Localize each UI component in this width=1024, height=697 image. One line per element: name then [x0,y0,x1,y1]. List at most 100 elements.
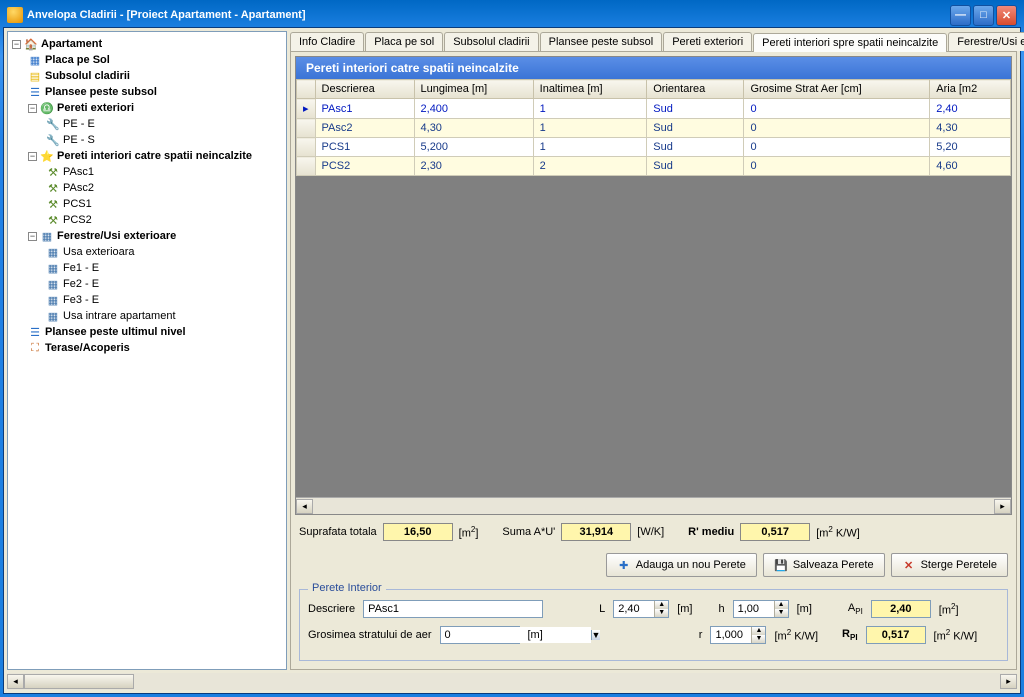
tab-plansee[interactable]: Plansee peste subsol [540,32,663,51]
tree-pereti-ext[interactable]: Pereti exteriori [57,102,134,114]
tree-pe-s[interactable]: PE - S [63,134,95,146]
cell[interactable]: 2,40 [930,99,1011,119]
spin-up-icon[interactable]: ▲ [654,601,668,609]
cell[interactable]: 4,30 [930,119,1011,138]
col-aria[interactable]: Aria [m2 [930,80,1011,99]
tab-pereti-int[interactable]: Pereti interiori spre spatii neincalzite [753,33,947,52]
add-wall-button[interactable]: ✚Adauga un nou Perete [606,553,757,577]
bottom-hscroll[interactable]: ◂ ▸ [7,673,1017,690]
cell[interactable]: Sud [647,138,744,157]
tab-info[interactable]: Info Cladire [290,32,364,51]
maximize-button[interactable]: □ [973,5,994,26]
col-grosime[interactable]: Grosime Strat Aer [cm] [744,80,930,99]
cell[interactable]: 0 [744,119,930,138]
tree-plansee-subsol[interactable]: Plansee peste subsol [45,86,157,98]
col-lungime[interactable]: Lungimea [m] [414,80,533,99]
spin-down-icon[interactable]: ▼ [751,635,765,643]
tree-pane[interactable]: −🏠Apartament ▦Placa pe Sol ▤Subsolul cla… [7,31,287,670]
cell[interactable]: 0 [744,157,930,176]
tab-placa[interactable]: Placa pe sol [365,32,443,51]
cell[interactable]: 0 [744,138,930,157]
cell[interactable]: PAsc1 [315,99,414,119]
suma-value: 31,914 [561,523,631,541]
table-row[interactable]: PCS1 5,200 1 Sud 0 5,20 [297,138,1011,157]
tree-toggle[interactable]: − [28,232,37,241]
scroll-left-icon[interactable]: ◂ [296,499,313,514]
close-button[interactable]: ✕ [996,5,1017,26]
cell[interactable]: PAsc2 [315,119,414,138]
table-row[interactable]: PAsc2 4,30 1 Sud 0 4,30 [297,119,1011,138]
tab-ferestre[interactable]: Ferestre/Usi exterioare [948,32,1024,51]
minimize-button[interactable]: — [950,5,971,26]
tab-subsol[interactable]: Subsolul cladirii [444,32,538,51]
table-row[interactable]: ▸ PAsc1 2,400 1 Sud 0 2,40 [297,99,1011,119]
spin-up-icon[interactable]: ▲ [751,627,765,635]
tree-toggle[interactable]: − [28,152,37,161]
cell[interactable]: Sud [647,157,744,176]
tree-root[interactable]: Apartament [41,38,102,50]
cell[interactable]: 1 [533,119,647,138]
tree-usa-intr[interactable]: Usa intrare apartament [63,310,176,322]
tree-fe1[interactable]: Fe1 - E [63,262,99,274]
col-orientare[interactable]: Orientarea [647,80,744,99]
tree-subsol[interactable]: Subsolul cladirii [45,70,130,82]
col-descriere[interactable]: Descrierea [315,80,414,99]
tree-pcs1[interactable]: PCS1 [63,198,92,210]
tree-terase[interactable]: Terase/Acoperis [45,342,130,354]
titlebar[interactable]: Anvelopa Cladirii - [Proiect Apartament … [3,3,1021,27]
data-grid[interactable]: Pereti interiori catre spatii neincalzit… [295,56,1012,515]
descriere-input[interactable] [363,600,543,618]
L-spinner[interactable]: ▲▼ [613,600,669,618]
cell[interactable]: 1 [533,99,647,119]
save-wall-button[interactable]: 💾Salveaza Perete [763,553,885,577]
cell[interactable]: 2,400 [414,99,533,119]
cell[interactable]: Sud [647,119,744,138]
spin-down-icon[interactable]: ▼ [654,609,668,617]
perete-interior-panel: Perete Interior Descriere L ▲▼ [m] h ▲▼ … [299,589,1008,661]
tree-ferestre[interactable]: Ferestre/Usi exterioare [57,230,176,242]
scroll-right-icon[interactable]: ▸ [994,499,1011,514]
grid-hscroll[interactable]: ◂ ▸ [296,497,1011,514]
tree-pcs2[interactable]: PCS2 [63,214,92,226]
tree-pereti-int[interactable]: Pereti interiori catre spatii neincalzit… [57,150,252,162]
scroll-thumb[interactable] [24,674,134,689]
tree-pasc1[interactable]: PAsc1 [63,166,94,178]
m2kw-unit: [m2 K/W] [774,628,818,643]
col-inaltime[interactable]: Inaltimea [m] [533,80,647,99]
h-spinner[interactable]: ▲▼ [733,600,789,618]
cell[interactable]: 5,20 [930,138,1011,157]
delete-wall-button[interactable]: ✕Sterge Peretele [891,553,1008,577]
walls-ext-icon: ♎ [40,101,54,115]
cell[interactable]: PCS1 [315,138,414,157]
slab-icon: ▦ [28,53,42,67]
cell[interactable]: 5,200 [414,138,533,157]
tab-pereti-ext[interactable]: Pereti exteriori [663,32,752,51]
cell[interactable]: 0 [744,99,930,119]
tree-fe3[interactable]: Fe3 - E [63,294,99,306]
cell[interactable]: PCS2 [315,157,414,176]
r-label: R' mediu [688,526,734,538]
scroll-right-icon[interactable]: ▸ [1000,674,1017,689]
tree-plansee-ult[interactable]: Plansee peste ultimul nivel [45,326,186,338]
floor-top-icon: ☰ [28,325,42,339]
tree-usa-ext[interactable]: Usa exterioara [63,246,135,258]
tree-placa[interactable]: Placa pe Sol [45,54,110,66]
tree-toggle[interactable]: − [12,40,21,49]
table-row[interactable]: PCS2 2,30 2 Sud 0 4,60 [297,157,1011,176]
cell[interactable]: 1 [533,138,647,157]
tree-pasc2[interactable]: PAsc2 [63,182,94,194]
chevron-down-icon[interactable]: ▼ [591,630,601,640]
spin-up-icon[interactable]: ▲ [774,601,788,609]
cell[interactable]: 2 [533,157,647,176]
cell[interactable]: 4,60 [930,157,1011,176]
cell[interactable]: Sud [647,99,744,119]
grosime-combo[interactable]: ▼ [440,626,520,644]
cell[interactable]: 4,30 [414,119,533,138]
spin-down-icon[interactable]: ▼ [774,609,788,617]
tree-fe2[interactable]: Fe2 - E [63,278,99,290]
tree-toggle[interactable]: − [28,104,37,113]
tree-pe-e[interactable]: PE - E [63,118,95,130]
scroll-left-icon[interactable]: ◂ [7,674,24,689]
cell[interactable]: 2,30 [414,157,533,176]
r-spinner[interactable]: ▲▼ [710,626,766,644]
